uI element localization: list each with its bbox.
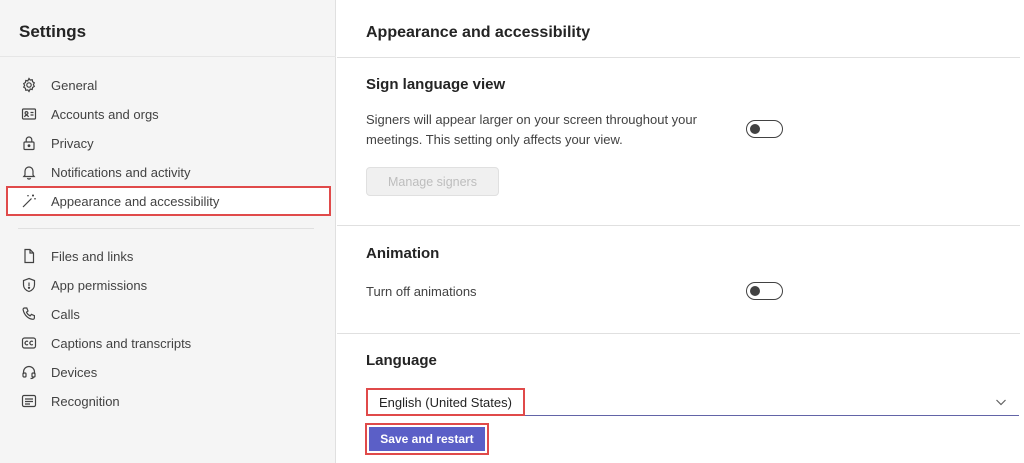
headset-icon [21, 364, 37, 380]
bell-icon [21, 164, 37, 180]
sidebar-item-accounts[interactable]: Accounts and orgs [10, 100, 328, 128]
sign-language-description-line1: Signers will appear larger on your scree… [366, 112, 697, 127]
sidebar-item-label: Recognition [51, 393, 120, 409]
sign-language-toggle[interactable] [746, 120, 783, 138]
section-divider [337, 57, 1020, 58]
cc-icon [21, 335, 37, 351]
sidebar-item-app-permissions[interactable]: App permissions [10, 271, 328, 299]
id-card-icon [21, 106, 37, 122]
sidebar-item-label: General [51, 77, 98, 93]
sidebar-item-label: Devices [51, 364, 98, 380]
manage-signers-button[interactable]: Manage signers [366, 167, 499, 196]
sidebar-item-recognition[interactable]: Recognition [10, 387, 328, 415]
sidebar-item-appearance[interactable]: Appearance and accessibility [6, 186, 331, 216]
lock-icon [21, 135, 37, 151]
sidebar-item-general[interactable]: General [10, 71, 328, 99]
shield-icon [21, 277, 37, 293]
sidebar-item-label: Captions and transcripts [51, 335, 192, 351]
section-divider [337, 333, 1020, 334]
language-title: Language [366, 352, 437, 369]
chevron-down-icon [996, 399, 1006, 406]
toggle-knob [750, 123, 760, 134]
sidebar-item-label: Files and links [51, 248, 134, 264]
sidebar-divider [18, 228, 314, 229]
sidebar-title: Settings [19, 22, 87, 41]
page-title: Appearance and accessibility [366, 24, 591, 41]
sidebar-item-calls[interactable]: Calls [10, 300, 328, 328]
settings-sidebar: Settings General Accounts and orgs Priva… [0, 0, 336, 463]
sidebar-item-label: App permissions [51, 277, 148, 293]
sidebar-item-notifications[interactable]: Notifications and activity [10, 158, 328, 186]
animation-toggle[interactable] [746, 282, 783, 300]
sign-language-description-line2: meetings. This setting only affects your… [366, 132, 623, 147]
sidebar-item-label: Notifications and activity [51, 164, 191, 180]
sidebar-item-label: Appearance and accessibility [51, 193, 220, 209]
sidebar-divider [0, 56, 336, 57]
toggle-knob [750, 285, 760, 296]
save-button-highlight: Save and restart [365, 423, 489, 455]
animation-title: Animation [366, 245, 440, 262]
sidebar-item-label: Calls [51, 306, 80, 322]
sidebar-item-files[interactable]: Files and links [10, 242, 328, 270]
save-and-restart-button[interactable]: Save and restart [369, 427, 485, 451]
sidebar-item-devices[interactable]: Devices [10, 358, 328, 386]
sidebar-item-label: Privacy [51, 135, 94, 151]
recognition-icon [21, 393, 37, 409]
gear-icon [21, 77, 37, 93]
phone-icon [21, 306, 37, 322]
sidebar-item-label: Accounts and orgs [51, 106, 159, 122]
file-icon [21, 248, 37, 264]
language-dropdown[interactable]: English (United States) [366, 388, 1019, 416]
sign-language-title: Sign language view [366, 76, 506, 93]
animation-label: Turn off animations [366, 284, 477, 299]
settings-content: Appearance and accessibility Sign langua… [337, 0, 1024, 463]
language-selected-value: English (United States) [366, 388, 525, 416]
section-divider [337, 225, 1020, 226]
sidebar-item-captions[interactable]: Captions and transcripts [10, 329, 328, 357]
sidebar-item-privacy[interactable]: Privacy [10, 129, 328, 157]
magic-wand-icon [21, 193, 37, 209]
